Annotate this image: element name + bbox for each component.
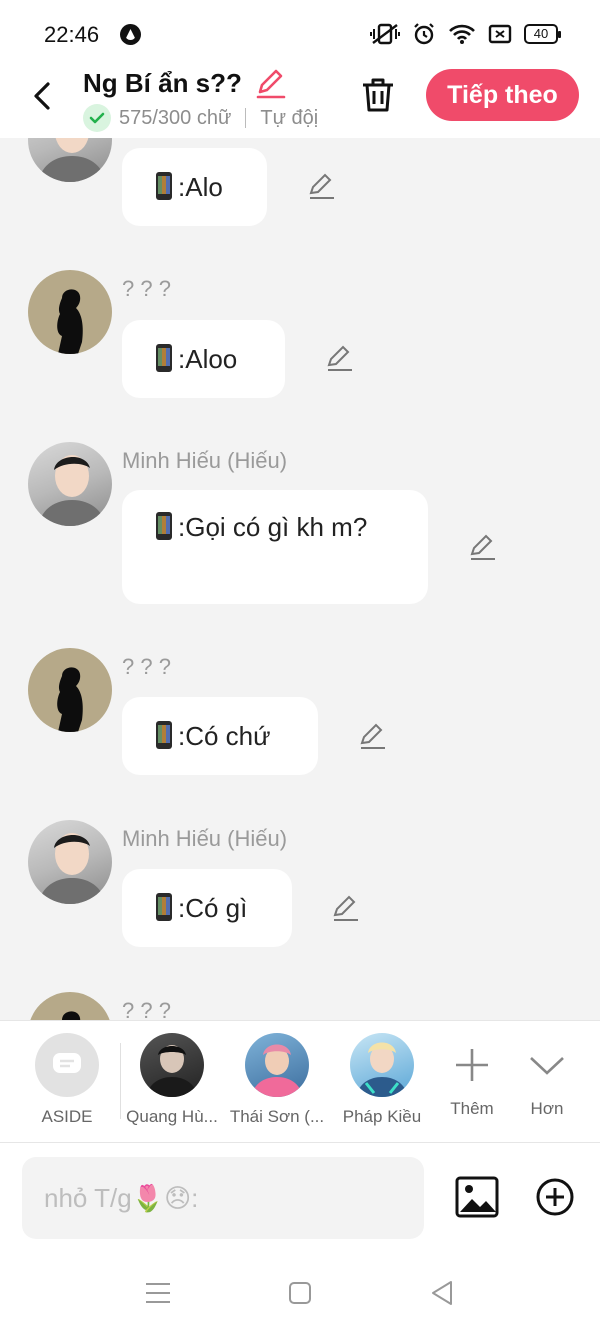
character-aside[interactable]: ASIDE	[19, 1033, 115, 1127]
menu-icon[interactable]	[145, 1282, 171, 1304]
message-bubble[interactable]: :Aloo	[122, 320, 285, 398]
word-count: 575/300 chữ	[119, 106, 232, 129]
character-quang[interactable]: Quang Hù...	[124, 1033, 220, 1127]
battery-indicator: 40	[524, 24, 561, 44]
composer: nhỏ T/g🌷😞:	[0, 1142, 600, 1252]
edit-message-icon[interactable]	[325, 343, 355, 373]
character-phap-kieu[interactable]: Pháp Kiều	[334, 1033, 430, 1127]
chat-area[interactable]: :Alo ? ? ? :Aloo Minh Hiếu (Hiếu) :Gọi c…	[0, 138, 600, 1020]
avatar[interactable]	[28, 138, 112, 182]
avatar[interactable]	[28, 648, 112, 732]
status-bar: 22:46 40	[0, 0, 600, 66]
character-label: Thái Sơn (...	[229, 1107, 325, 1126]
avatar[interactable]	[28, 442, 112, 526]
message-text: :Alo	[178, 172, 223, 202]
phone-icon	[156, 893, 172, 921]
avatar[interactable]	[28, 270, 112, 354]
sender-name: ? ? ?	[122, 998, 171, 1020]
vpn-icon	[120, 24, 141, 45]
chevron-down-icon	[515, 1033, 579, 1097]
system-nav-bar	[0, 1252, 600, 1333]
phone-icon	[156, 721, 172, 749]
image-icon[interactable]	[455, 1176, 499, 1218]
avatar	[140, 1033, 204, 1097]
message-text: :Gọi có gì kh m?	[178, 512, 368, 542]
save-mode: Tự độị	[260, 106, 319, 129]
wifi-icon	[449, 24, 475, 44]
message-bubble[interactable]: :Gọi có gì kh m?	[122, 490, 428, 604]
avatar	[245, 1033, 309, 1097]
character-label: Pháp Kiều	[342, 1107, 422, 1126]
avatar[interactable]	[28, 992, 112, 1020]
phone-icon	[156, 172, 172, 200]
sender-name: Minh Hiếu (Hiếu)	[122, 826, 288, 851]
avatar	[350, 1033, 414, 1097]
message-bubble[interactable]: :Alo	[122, 148, 267, 226]
avatar[interactable]	[28, 820, 112, 904]
next-button[interactable]: Tiếp theo	[426, 69, 579, 121]
status-time: 22:46	[44, 22, 100, 47]
divider	[120, 1043, 121, 1119]
header: Ng Bí ẩn s?? 575/300 chữ Tự độị Tiếp the…	[0, 66, 600, 138]
character-label: Hơn	[530, 1099, 564, 1118]
message-text: :Aloo	[178, 344, 238, 374]
page-title[interactable]: Ng Bí ẩn s??	[83, 68, 242, 99]
edit-message-icon[interactable]	[307, 171, 337, 201]
character-thai-son[interactable]: Thái Sơn (...	[229, 1033, 325, 1127]
back-nav-icon[interactable]	[430, 1280, 454, 1306]
divider	[245, 108, 247, 128]
message-text: :Có chứ	[178, 721, 271, 751]
message-bubble[interactable]: :Có chứ	[122, 697, 318, 775]
character-label: ASIDE	[41, 1107, 93, 1126]
sender-name: Minh Hiếu (Hiếu)	[122, 448, 288, 473]
edit-message-icon[interactable]	[358, 721, 388, 751]
phone-icon	[156, 344, 172, 372]
status-icons: 40	[370, 22, 561, 46]
sender-name: ? ? ?	[122, 276, 171, 301]
edit-message-icon[interactable]	[331, 893, 361, 923]
trash-icon[interactable]	[360, 76, 396, 114]
edit-message-icon[interactable]	[468, 532, 498, 562]
sim-icon	[488, 24, 512, 44]
phone-icon	[156, 512, 172, 540]
subtitle-row: 575/300 chữ Tự độị	[83, 104, 318, 132]
character-bar: ASIDE Quang Hù... Thái Sơn (... Pháp Kiề…	[0, 1020, 600, 1142]
add-icon[interactable]	[535, 1177, 575, 1217]
mute-vibrate-icon	[370, 23, 400, 45]
home-icon[interactable]	[288, 1281, 312, 1305]
more-characters-button[interactable]: Hơn	[499, 1033, 595, 1119]
alarm-icon	[414, 23, 434, 45]
message-input[interactable]: nhỏ T/g🌷😞:	[22, 1157, 424, 1239]
message-text: :Có gì	[178, 893, 248, 923]
check-icon	[83, 104, 111, 132]
sender-name: ? ? ?	[122, 654, 171, 679]
plus-icon	[440, 1033, 504, 1097]
message-bubble[interactable]: :Có gì	[122, 869, 292, 947]
back-icon[interactable]	[28, 78, 58, 114]
edit-title-icon[interactable]	[254, 66, 288, 100]
aside-icon	[35, 1033, 99, 1097]
character-label: Quang Hù...	[126, 1107, 218, 1126]
